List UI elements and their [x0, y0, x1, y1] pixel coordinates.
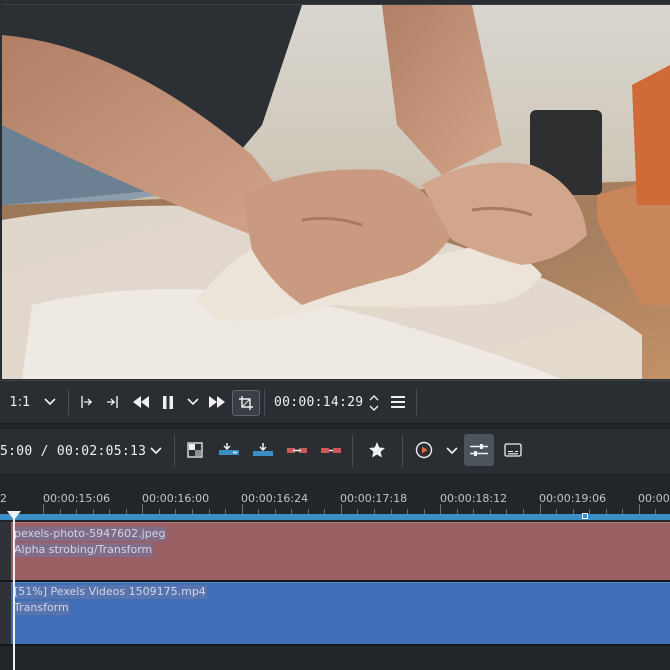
- timeline-ruler[interactable]: 2 00:00:15:06 00:00:16:00 00:00:16:24 00…: [0, 488, 670, 516]
- playhead-handle[interactable]: [7, 511, 21, 520]
- track-divider: [0, 644, 670, 646]
- rewind-icon[interactable]: [130, 392, 152, 412]
- separator: [352, 435, 353, 467]
- hamburger-menu-icon[interactable]: [388, 392, 408, 412]
- spinbox-arrows-icon[interactable]: [366, 391, 382, 415]
- set-zone-out-icon[interactable]: [103, 392, 123, 412]
- ruler-tick: [142, 504, 143, 514]
- ruler-tick: [540, 504, 541, 514]
- ruler-tick: [440, 504, 441, 514]
- ruler-label: 00:00: [638, 492, 670, 505]
- chevron-down-icon[interactable]: [40, 392, 60, 412]
- timecode-display[interactable]: 00:00:14:29: [274, 392, 364, 412]
- video-preview[interactable]: [0, 0, 670, 380]
- video-frame-image: [2, 5, 670, 379]
- playhead[interactable]: [13, 512, 15, 670]
- insert-clip-icon[interactable]: [214, 435, 244, 465]
- ruler-label: 2: [0, 492, 7, 505]
- separator: [402, 435, 403, 467]
- chevron-down-icon[interactable]: [183, 392, 203, 412]
- ruler-label: 00:00:19:06: [539, 492, 607, 505]
- clip-name: pexels-photo-5947602.jpeg: [13, 527, 167, 541]
- separator: [264, 389, 265, 415]
- lift-clip-icon[interactable]: [282, 435, 312, 465]
- pause-icon[interactable]: [158, 392, 178, 412]
- guide-marker[interactable]: [582, 513, 588, 519]
- crop-icon[interactable]: [232, 390, 260, 416]
- separator: [416, 389, 417, 415]
- ruler-label: 00:00:18:12: [440, 492, 508, 505]
- clip-effects: Alpha strobing/Transform: [13, 543, 154, 557]
- set-zone-in-icon[interactable]: [76, 392, 96, 412]
- track-header: [0, 582, 11, 644]
- split-view-icon[interactable]: [180, 435, 210, 465]
- ruler-label: 00:00:17:18: [340, 492, 408, 505]
- timeline-tracks: pexels-photo-5947602.jpeg Alpha strobing…: [0, 520, 670, 670]
- clip-effects: Transform: [13, 601, 70, 615]
- overwrite-clip-icon[interactable]: [248, 435, 278, 465]
- timeline-position[interactable]: 5:00 / 00:02:05:13: [0, 441, 146, 461]
- separator: [174, 435, 175, 467]
- chevron-down-icon[interactable]: [146, 441, 166, 461]
- ruler-tick: [43, 504, 44, 514]
- ruler-tick: [639, 504, 640, 514]
- ruler-tick: [242, 504, 243, 514]
- clip-name: [51%] Pexels Videos 1509175.mp4: [13, 585, 207, 599]
- track-header: [0, 522, 11, 580]
- separator: [68, 389, 69, 415]
- ruler-label: 00:00:16:24: [241, 492, 309, 505]
- fast-forward-icon[interactable]: [206, 392, 228, 412]
- ruler-label: 00:00:16:00: [142, 492, 210, 505]
- monitor-toolbar: 1:1 00:00:14:29: [0, 380, 670, 424]
- video-clip[interactable]: [51%] Pexels Videos 1509175.mp4 Transfor…: [11, 582, 670, 645]
- image-clip[interactable]: pexels-photo-5947602.jpeg Alpha strobing…: [11, 522, 670, 581]
- settings-sliders-icon[interactable]: [464, 434, 494, 466]
- ruler-label: 00:00:15:06: [43, 492, 111, 505]
- preview-frame: [2, 4, 670, 379]
- timeline-toolbar: 5:00 / 00:02:05:13: [0, 428, 670, 473]
- chevron-down-icon[interactable]: [442, 441, 462, 461]
- zoom-level[interactable]: 1:1: [8, 392, 32, 412]
- ruler-tick: [341, 504, 342, 514]
- subtitle-track-icon[interactable]: [498, 435, 528, 465]
- extract-clip-icon[interactable]: [316, 435, 346, 465]
- timeline-mode-icon[interactable]: [409, 435, 439, 465]
- favorite-star-icon[interactable]: [362, 435, 392, 465]
